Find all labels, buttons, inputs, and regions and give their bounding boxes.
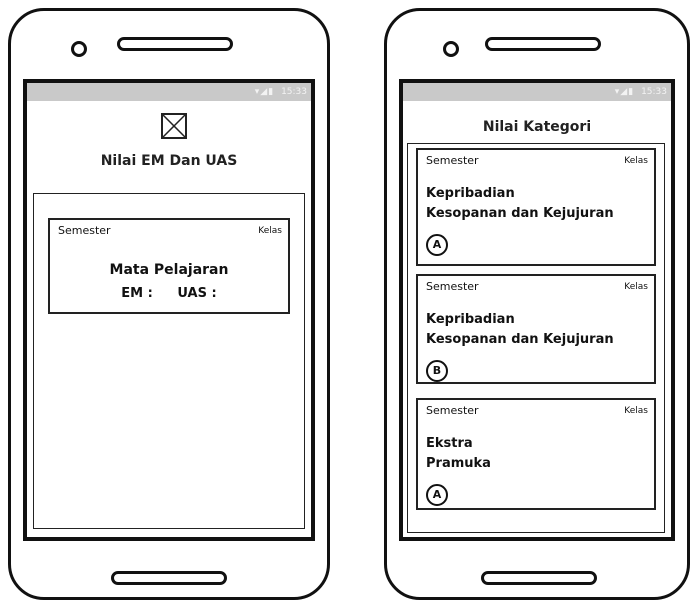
kelas-label: Kelas	[624, 406, 648, 416]
camera-icon	[443, 41, 459, 57]
image-placeholder-icon	[161, 113, 187, 139]
camera-icon	[71, 41, 87, 57]
grades-panel: Semester Kelas Mata Pelajaran EM : UAS :	[33, 193, 305, 529]
grade-badge: A	[426, 234, 448, 256]
status-time: 15:33	[281, 87, 307, 97]
uas-label: UAS :	[177, 286, 217, 301]
em-label: EM :	[121, 286, 153, 301]
grade-badge: B	[426, 360, 448, 382]
category-card[interactable]: Semester Kelas Kepribadian Kesopanan dan…	[416, 148, 656, 266]
status-time: 15:33	[641, 87, 667, 97]
semester-label: Semester	[426, 404, 479, 417]
category-item: Pramuka	[426, 456, 491, 471]
subject-label: Mata Pelajaran	[109, 262, 229, 278]
score-row: EM : UAS :	[50, 286, 288, 301]
status-icons: ▾◢▮	[254, 87, 275, 97]
status-icons: ▾◢▮	[614, 87, 635, 97]
phone-frame-left: ▾◢▮ 15:33 Nilai EM Dan UAS Semester Kela…	[8, 8, 330, 600]
home-button[interactable]	[111, 571, 227, 585]
screen-left: ▾◢▮ 15:33 Nilai EM Dan UAS Semester Kela…	[23, 79, 315, 541]
category-list: Semester Kelas Kepribadian Kesopanan dan…	[407, 143, 665, 533]
status-bar: ▾◢▮ 15:33	[27, 83, 311, 101]
speaker-slot	[485, 37, 601, 51]
semester-label: Semester	[426, 154, 479, 167]
grade-badge: A	[426, 484, 448, 506]
category-card[interactable]: Semester Kelas Kepribadian Kesopanan dan…	[416, 274, 656, 384]
semester-label: Semester	[58, 224, 111, 237]
page-title: Nilai EM Dan UAS	[100, 153, 238, 169]
category-name: Kepribadian	[426, 186, 515, 201]
category-item: Kesopanan dan Kejujuran	[426, 332, 614, 347]
category-item: Kesopanan dan Kejujuran	[426, 206, 614, 221]
screen-right: ▾◢▮ 15:33 Nilai Kategori Semester Kelas …	[399, 79, 675, 541]
phone-frame-right: ▾◢▮ 15:33 Nilai Kategori Semester Kelas …	[384, 8, 690, 600]
category-name: Kepribadian	[426, 312, 515, 327]
kelas-label: Kelas	[258, 226, 282, 236]
status-bar: ▾◢▮ 15:33	[403, 83, 671, 101]
semester-label: Semester	[426, 280, 479, 293]
speaker-slot	[117, 37, 233, 51]
category-name: Ekstra	[426, 436, 473, 451]
kelas-label: Kelas	[624, 282, 648, 292]
category-card[interactable]: Semester Kelas Ekstra Pramuka A	[416, 398, 656, 510]
grade-card[interactable]: Semester Kelas Mata Pelajaran EM : UAS :	[48, 218, 290, 314]
page-title: Nilai Kategori	[482, 119, 592, 135]
kelas-label: Kelas	[624, 156, 648, 166]
home-button[interactable]	[481, 571, 597, 585]
